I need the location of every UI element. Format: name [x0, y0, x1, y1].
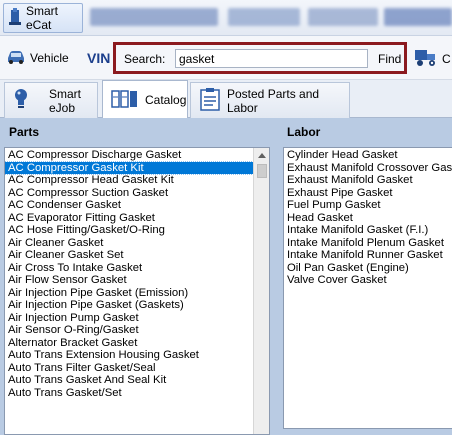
parts-list[interactable]: AC Compressor Discharge Gasket AC Compres… — [4, 147, 270, 435]
search-toolbar: Vehicle VIN Search: Find C — [0, 36, 452, 80]
blurred-toolbar-item[interactable] — [90, 8, 218, 26]
list-item[interactable]: Oil Pan Gasket (Engine) — [284, 262, 452, 275]
parts-scrollbar[interactable] — [253, 148, 269, 434]
list-item[interactable]: Exhaust Pipe Gasket — [284, 187, 452, 200]
find-button[interactable]: Find — [378, 52, 401, 66]
labor-title: Labor — [287, 125, 321, 139]
parts-title: Parts — [9, 125, 40, 139]
list-item[interactable]: Auto Trans Gasket/Set — [5, 387, 269, 400]
list-item[interactable]: Air Flow Sensor Gasket — [5, 274, 269, 287]
list-item[interactable]: AC Evaporator Fitting Gasket — [5, 212, 269, 225]
tab-catalog[interactable]: Catalog — [102, 80, 188, 119]
list-item[interactable]: Exhaust Manifold Gasket — [284, 174, 452, 187]
blurred-toolbar-item[interactable] — [228, 8, 300, 26]
labor-list[interactable]: Cylinder Head Gasket Exhaust Manifold Cro… — [283, 147, 452, 429]
list-item[interactable]: Auto Trans Extension Housing Gasket — [5, 349, 269, 362]
search-label: Search: — [124, 52, 166, 66]
truncated-button-label[interactable]: C — [442, 52, 451, 66]
list-item[interactable]: Head Gasket — [284, 212, 452, 225]
list-item[interactable]: AC Compressor Gasket Kit — [5, 160, 269, 175]
clipboard-icon — [199, 87, 221, 114]
list-item[interactable]: Air Injection Pipe Gasket (Gaskets) — [5, 299, 269, 312]
scroll-up-arrow-icon[interactable] — [254, 148, 269, 162]
blurred-toolbar-item[interactable] — [384, 8, 452, 26]
vehicle-label: Vehicle — [30, 51, 69, 65]
list-item[interactable]: Auto Trans Filter Gasket/Seal — [5, 362, 269, 375]
parts-scroll-thumb[interactable] — [257, 164, 267, 178]
list-item[interactable]: AC Compressor Suction Gasket — [5, 187, 269, 200]
smart-ecat-label: Smart eCat — [26, 4, 59, 32]
smart-ecat-button[interactable]: Smart eCat — [3, 3, 83, 33]
list-item[interactable]: Cylinder Head Gasket — [284, 149, 452, 162]
tab-catalog-label: Catalog — [145, 93, 187, 107]
catalog-icon — [111, 89, 139, 112]
tab-posted-parts-label: Posted Parts and Labor — [227, 86, 320, 115]
list-item[interactable]: Air Cleaner Gasket Set — [5, 249, 269, 262]
tab-bar: Smart eJob Catalog Posted Parts and Labo… — [0, 80, 452, 119]
tab-posted-parts[interactable]: Posted Parts and Labor — [190, 82, 350, 118]
truck-icon[interactable] — [414, 48, 440, 71]
list-item[interactable]: Air Cleaner Gasket — [5, 237, 269, 250]
list-item[interactable]: Exhaust Manifold Crossover Gasket — [284, 162, 452, 175]
list-item[interactable]: Air Cross To Intake Gasket — [5, 262, 269, 275]
blurred-toolbar-item[interactable] — [308, 8, 378, 26]
list-item[interactable]: Air Sensor O-Ring/Gasket — [5, 324, 269, 337]
list-item[interactable]: Intake Manifold Plenum Gasket — [284, 237, 452, 250]
lightbulb-icon — [13, 88, 29, 113]
list-item[interactable]: Alternator Bracket Gasket — [5, 337, 269, 350]
search-area: Search: Find — [113, 42, 407, 74]
list-item[interactable]: Valve Cover Gasket — [284, 274, 452, 287]
list-item[interactable]: AC Compressor Discharge Gasket — [5, 149, 269, 162]
tab-smart-ejob[interactable]: Smart eJob — [4, 82, 98, 118]
vin-button[interactable]: VIN — [87, 50, 110, 66]
list-item[interactable]: AC Condenser Gasket — [5, 199, 269, 212]
tab-smart-ejob-label: Smart eJob — [49, 86, 82, 115]
car-icon — [6, 50, 26, 67]
list-item[interactable]: AC Hose Fitting/Gasket/O-Ring — [5, 224, 269, 237]
list-item[interactable]: Intake Manifold Gasket (F.I.) — [284, 224, 452, 237]
search-input[interactable] — [175, 49, 368, 68]
vehicle-button[interactable]: Vehicle — [6, 48, 69, 68]
list-item[interactable]: Air Injection Pipe Gasket (Emission) — [5, 287, 269, 300]
smart-ecat-icon — [8, 7, 22, 29]
list-item[interactable]: AC Compressor Head Gasket Kit — [5, 174, 269, 187]
list-item[interactable]: Intake Manifold Runner Gasket — [284, 249, 452, 262]
list-item[interactable]: Fuel Pump Gasket — [284, 199, 452, 212]
main-toolbar: Smart eCat — [0, 0, 452, 36]
list-item[interactable]: Auto Trans Gasket And Seal Kit — [5, 374, 269, 387]
catalog-panel: Parts Labor AC Compressor Discharge Gask… — [0, 118, 452, 435]
list-item[interactable]: Air Injection Pump Gasket — [5, 312, 269, 325]
